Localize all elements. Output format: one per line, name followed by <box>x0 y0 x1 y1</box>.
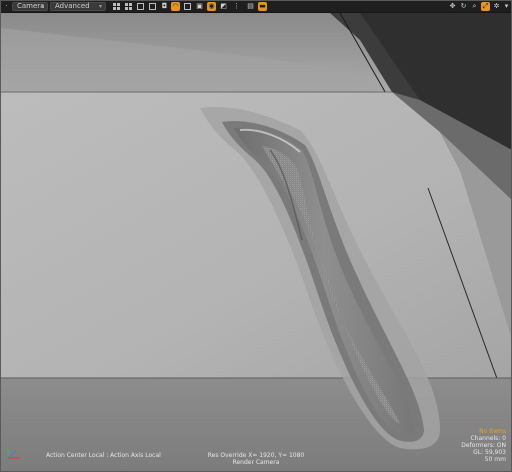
action-center-info: Action Center Local : Action Axis Local <box>46 452 161 459</box>
gl-stat: GL: 59,903 <box>473 449 506 456</box>
light-icon[interactable]: ◠ <box>171 2 180 11</box>
solid-icon[interactable] <box>136 2 145 11</box>
res-override-text: Res Override X= 1920, Y= 1080 <box>207 452 305 459</box>
settings-icon[interactable]: ✲ <box>492 2 501 11</box>
chevron-down-icon: ▾ <box>40 3 44 10</box>
lens-stat: 50 mm <box>484 456 506 463</box>
grid-icon[interactable] <box>112 2 121 11</box>
shading-icon[interactable] <box>183 2 192 11</box>
viewport-stats: No Items Channels: 0 Deformers: ON GL: 5… <box>461 428 506 463</box>
fit-icon[interactable]: ⤢ <box>481 2 490 11</box>
shading-dropdown-label: Advanced <box>55 2 90 10</box>
filter-icon[interactable]: ▤ <box>246 2 255 11</box>
display-icon[interactable]: ▬ <box>258 2 267 11</box>
render-camera-text: Render Camera <box>232 459 280 466</box>
render-info: Res Override X= 1920, Y= 1080 Render Cam… <box>200 452 312 466</box>
viewport-toolbar: · Camera ▾ Advanced ▾ ◘ ◠ ▣ ◉ ◩ ⋮ ▤ ▬ ✥ … <box>0 0 512 13</box>
options-icon[interactable]: ⋮ <box>232 2 241 11</box>
scene-render <box>0 0 512 472</box>
chevron-down-icon: ▾ <box>98 3 102 10</box>
action-center-text: Action Center Local : Action Axis Local <box>46 452 161 459</box>
backdrop-icon[interactable]: ▣ <box>195 2 204 11</box>
render-icon[interactable]: ◉ <box>207 2 216 11</box>
view-dropdown[interactable]: Camera ▾ <box>12 2 48 11</box>
rotate-icon[interactable]: ↻ <box>459 2 468 11</box>
deformers-stat: Deformers: ON <box>461 442 506 449</box>
channels-stat: Channels: 0 <box>470 435 506 442</box>
zoom-icon[interactable]: ⌕ <box>470 2 479 11</box>
axis-gizmo-icon[interactable] <box>4 442 24 462</box>
preview-icon[interactable]: ◩ <box>219 2 228 11</box>
wire-icon[interactable] <box>124 2 133 11</box>
shading-dropdown[interactable]: Advanced ▾ <box>50 2 106 11</box>
chevron-down-icon[interactable]: ▾ <box>502 2 511 11</box>
move-icon[interactable]: ✥ <box>448 2 457 11</box>
menu-dot-icon[interactable]: · <box>2 2 11 11</box>
selection-status: No Items <box>479 428 506 435</box>
texture-icon[interactable] <box>148 2 157 11</box>
3d-viewport[interactable]: · Camera ▾ Advanced ▾ ◘ ◠ ▣ ◉ ◩ ⋮ ▤ ▬ ✥ … <box>0 0 512 472</box>
camera-icon[interactable]: ◘ <box>160 2 169 11</box>
